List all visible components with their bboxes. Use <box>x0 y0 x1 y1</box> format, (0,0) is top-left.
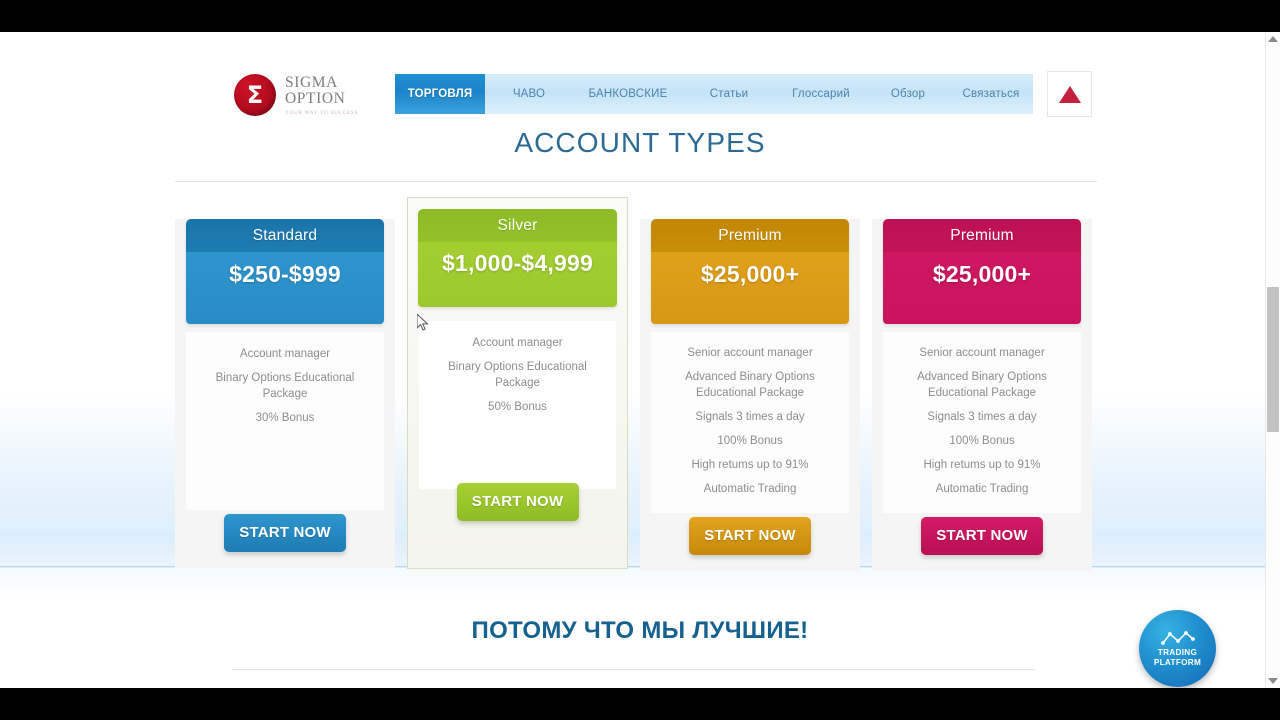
feature-item: Account manager <box>239 348 331 360</box>
card-header: Premium $25,000+ <box>651 219 849 324</box>
pricing-card-premium-gold: Premium $25,000+ Senior account manager … <box>640 207 860 571</box>
nav-item-torgovlya[interactable]: ТОРГОВЛЯ <box>395 74 485 114</box>
vertical-scrollbar[interactable] <box>1265 32 1280 688</box>
feature-item: 100% Bonus <box>949 435 1015 447</box>
badge-line-1: TRADING <box>1157 647 1198 657</box>
card-surface: Silver $1,000-$4,999 Account manager Bin… <box>408 209 627 559</box>
logo-wordmark: SIGMA OPTION YOUR WAY TO SUCCESS <box>285 74 359 117</box>
plan-price: $1,000-$4,999 <box>418 242 617 307</box>
main-navigation: ТОРГОВЛЯ ЧАВО БАНКОВСКИЕ Статьи Глоссари… <box>395 74 1033 114</box>
pricing-card-standard: Standard $250-$999 Account manager Binar… <box>175 207 395 568</box>
card-surface: Standard $250-$999 Account manager Binar… <box>175 219 395 568</box>
plan-name: Silver <box>418 209 617 242</box>
feature-item: Signals 3 times a day <box>695 411 805 423</box>
scroll-up-arrow-icon[interactable] <box>1268 36 1278 42</box>
card-surface: Premium $25,000+ Senior account manager … <box>640 219 860 571</box>
logo-line-2: OPTION <box>285 90 346 107</box>
pricing-card-premium-pink: Premium $25,000+ Senior account manager … <box>872 207 1092 571</box>
start-now-button[interactable]: START NOW <box>456 483 579 521</box>
feature-item: Automatic Trading <box>703 483 797 495</box>
feature-item: Senior account manager <box>687 347 813 359</box>
sigma-glyph-icon: Σ <box>234 74 276 116</box>
plan-name: Premium <box>651 219 849 252</box>
red-triangle-flag-icon <box>1058 85 1081 103</box>
feature-list: Senior account manager Advanced Binary O… <box>651 332 849 513</box>
nav-item-obzor[interactable]: Обзор <box>867 74 949 114</box>
language-selector-button[interactable] <box>1047 71 1092 117</box>
plan-name: Premium <box>883 219 1081 252</box>
nav-item-glossariy[interactable]: Глоссарий <box>775 74 867 114</box>
pricing-cards: Standard $250-$999 Account manager Binar… <box>0 197 1280 577</box>
scroll-down-arrow-icon[interactable] <box>1268 678 1278 684</box>
page-title: ACCOUNT TYPES <box>514 127 766 158</box>
line-chart-icon <box>1160 630 1195 645</box>
card-surface: Premium $25,000+ Senior account manager … <box>872 219 1092 571</box>
feature-item: Account manager <box>472 337 563 349</box>
feature-list: Senior account manager Advanced Binary O… <box>883 332 1081 513</box>
feature-item: Automatic Trading <box>935 483 1029 495</box>
feature-list: Account manager Binary Options Education… <box>419 321 616 489</box>
mouse-cursor-icon <box>417 314 429 331</box>
nav-item-svyazatsya[interactable]: Связаться <box>949 74 1033 114</box>
plan-price: $25,000+ <box>651 252 849 324</box>
plan-price: $250-$999 <box>186 252 384 324</box>
letterbox-bottom <box>0 688 1280 720</box>
logo-line-1: SIGMA <box>285 74 338 91</box>
card-header: Premium $25,000+ <box>883 219 1081 324</box>
feature-item: 30% Bonus <box>255 412 315 424</box>
feature-item: High retums up to 91% <box>923 459 1041 471</box>
feature-item: Senior account manager <box>919 347 1045 359</box>
pricing-card-silver: Silver $1,000-$4,999 Account manager Bin… <box>407 197 628 569</box>
title-divider <box>175 181 1097 182</box>
plan-price: $25,000+ <box>883 252 1081 324</box>
scrollbar-thumb[interactable] <box>1267 287 1279 432</box>
section-2-title: ПОТОМУ ЧТО МЫ ЛУЧШИЕ! <box>471 617 809 644</box>
card-header: Standard $250-$999 <box>186 219 384 324</box>
trading-platform-badge[interactable]: TRADING PLATFORM <box>1139 610 1216 687</box>
feature-item: 50% Bonus <box>488 401 547 413</box>
feature-list: Account manager Binary Options Education… <box>186 332 384 510</box>
card-header: Silver $1,000-$4,999 <box>418 209 617 307</box>
nav-item-stati[interactable]: Статьи <box>683 74 775 114</box>
feature-item: Signals 3 times a day <box>927 411 1037 423</box>
nav-item-bankovskie[interactable]: БАНКОВСКИЕ <box>573 74 683 114</box>
start-now-button[interactable]: START NOW <box>689 517 811 555</box>
site-logo[interactable]: Σ SIGMA OPTION YOUR WAY TO SUCCESS <box>234 74 358 116</box>
start-now-button[interactable]: START NOW <box>224 514 346 552</box>
site-header: Σ SIGMA OPTION YOUR WAY TO SUCCESS ТОРГО… <box>0 32 1280 117</box>
nav-item-chavo[interactable]: ЧАВО <box>485 74 573 114</box>
badge-line-2: PLATFORM <box>1153 657 1202 667</box>
feature-item: Advanced Binary Options Educational Pack… <box>685 371 815 399</box>
feature-item: Binary Options Educational Package <box>448 361 587 389</box>
logo-tagline: YOUR WAY TO SUCCESS <box>285 110 359 116</box>
plan-name: Standard <box>186 219 384 252</box>
letterbox-top <box>0 0 1280 32</box>
start-now-button[interactable]: START NOW <box>921 517 1043 555</box>
feature-item: Binary Options Educational Package <box>215 372 355 400</box>
feature-item: 100% Bonus <box>717 435 783 447</box>
browser-viewport: Σ SIGMA OPTION YOUR WAY TO SUCCESS ТОРГО… <box>0 32 1280 688</box>
feature-item: Advanced Binary Options Educational Pack… <box>917 371 1047 399</box>
section-2-divider <box>232 669 1035 670</box>
feature-item: High retums up to 91% <box>691 459 809 471</box>
